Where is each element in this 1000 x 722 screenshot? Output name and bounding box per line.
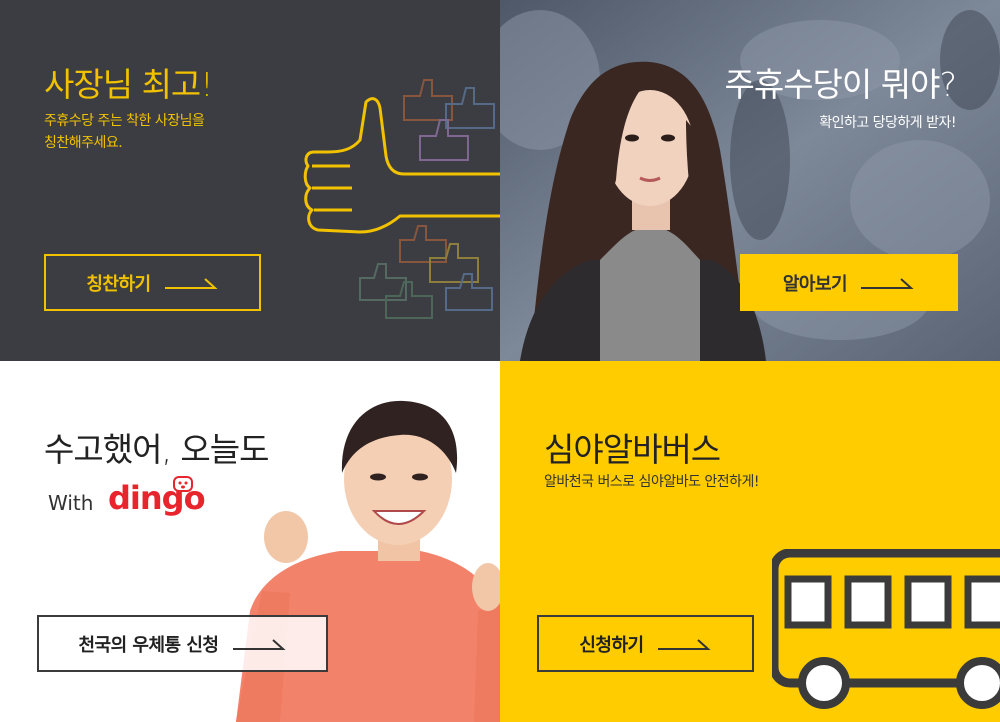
- arrow-right-icon: [232, 638, 286, 650]
- boss-praise-panel[interactable]: 사장님 최고! 주휴수당 주는 착한 사장님을 칭찬해주세요. 칭찬하기: [0, 0, 500, 361]
- learn-more-button[interactable]: 알아보기: [740, 254, 958, 311]
- panel-title: 수고했어, 오늘도: [44, 430, 269, 469]
- arrow-right-icon: [657, 638, 711, 650]
- praise-button[interactable]: 칭찬하기: [44, 254, 261, 311]
- with-label: With: [48, 491, 94, 515]
- apply-button[interactable]: 신청하기: [537, 615, 754, 672]
- panel-subtitle: 주휴수당 주는 착한 사장님을 칭찬해주세요.: [44, 110, 205, 154]
- panel-title: 사장님 최고!: [44, 65, 214, 104]
- subtitle-line: 칭찬해주세요.: [44, 135, 123, 151]
- allowance-info-panel[interactable]: 주휴수당이 뭐야? 확인하고 당당하게 받자! 알아보기: [500, 0, 1000, 361]
- panel-subtitle: 알바천국 버스로 심야알바도 안전하게!: [544, 474, 760, 490]
- bus-icon: [772, 549, 1000, 709]
- panel-title: 심야알바버스: [544, 430, 721, 469]
- dingo-dog-icon: [173, 476, 193, 492]
- panel-subtitle: 확인하고 당당하게 받자!: [819, 115, 956, 131]
- promo-banner-grid: 사장님 최고! 주휴수당 주는 착한 사장님을 칭찬해주세요. 칭찬하기 주휴수…: [0, 0, 1000, 722]
- dingo-panel[interactable]: 수고했어, 오늘도 With dingo 천국의 우체통 신청: [0, 361, 500, 722]
- subtitle-line: 주휴수당 주는 착한 사장님을: [44, 113, 205, 129]
- button-label: 알아보기: [782, 273, 848, 295]
- panel-title: 주휴수당이 뭐야?: [724, 65, 957, 104]
- heaven-mailbox-apply-button[interactable]: 천국의 우체통 신청: [37, 615, 328, 672]
- arrow-right-icon: [861, 277, 914, 289]
- button-label: 천국의 우체통 신청: [78, 634, 219, 656]
- arrow-right-icon: [164, 277, 218, 289]
- night-bus-panel[interactable]: 심야알바버스 알바천국 버스로 심야알바도 안전하게! 신청하기: [500, 361, 1000, 722]
- button-label: 칭찬하기: [86, 273, 151, 295]
- button-label: 신청하기: [579, 634, 644, 656]
